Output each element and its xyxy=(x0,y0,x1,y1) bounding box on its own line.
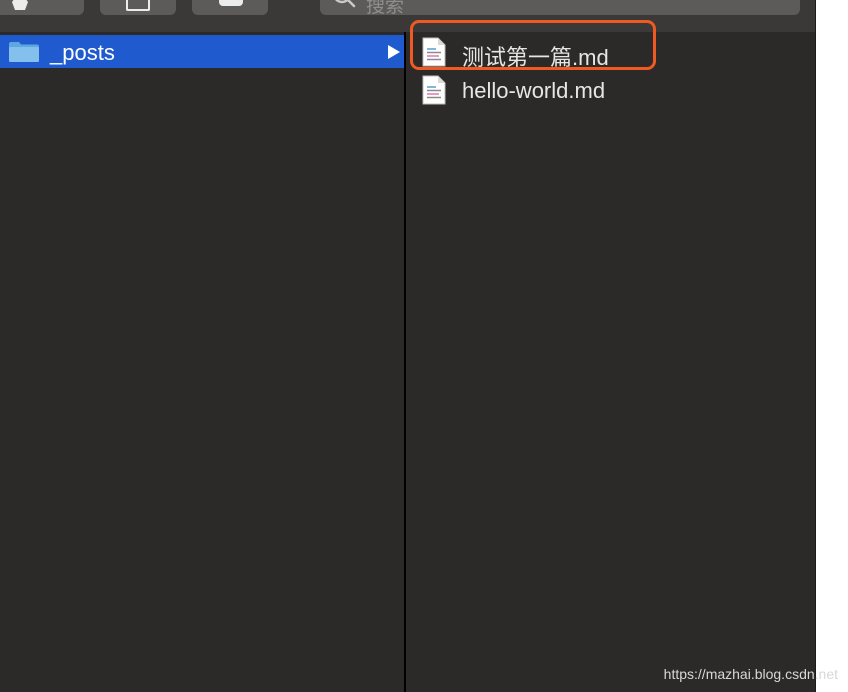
action-button[interactable] xyxy=(0,0,84,15)
folder-row-posts[interactable]: _posts xyxy=(0,35,404,68)
gear-icon xyxy=(12,0,28,10)
search-placeholder: 搜索 xyxy=(366,0,405,15)
share-icon xyxy=(126,0,150,11)
page-margin xyxy=(816,0,848,692)
folder-icon xyxy=(9,42,39,62)
disclosure-arrow-icon xyxy=(388,45,400,59)
document-icon xyxy=(422,75,446,105)
toolbar: 搜索 xyxy=(0,0,816,32)
folder-label: _posts xyxy=(50,40,115,65)
watermark: https://mazhai.blog.csdn.net xyxy=(663,666,838,682)
search-field[interactable]: 搜索 xyxy=(320,0,800,15)
share-button[interactable] xyxy=(100,0,176,15)
file-label: hello-world.md xyxy=(462,78,606,103)
search-icon xyxy=(334,0,356,8)
highlight-annotation xyxy=(410,20,656,70)
file-row-hello-world[interactable]: hello-world.md xyxy=(406,72,816,108)
column-folders: _posts xyxy=(0,32,404,692)
column-files: 测试第一篇.md hello-world.md xyxy=(406,32,816,692)
tag-icon xyxy=(219,0,243,6)
tag-button[interactable] xyxy=(192,0,268,15)
